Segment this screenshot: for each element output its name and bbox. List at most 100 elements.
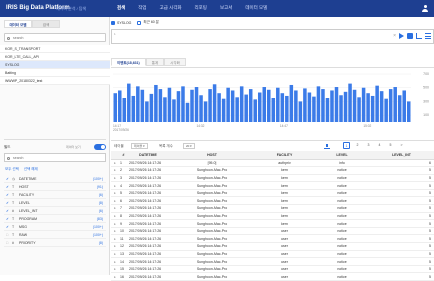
chart-bar[interactable] [176, 91, 181, 122]
chart-bar[interactable] [397, 95, 402, 122]
table-row[interactable]: ▸ 12 2017/09/26 14:17:26 Sunghoon-Mac-Pro us… [111, 242, 434, 251]
expand-icon[interactable]: ▸ [111, 265, 119, 274]
chart-bar[interactable] [257, 92, 262, 122]
table-row[interactable]: ▸ 16 2017/09/26 14:17:26 Sunghoon-Mac-Pro us… [111, 272, 434, 281]
chart-bar[interactable] [271, 98, 276, 122]
expand-icon[interactable]: ▸ [111, 234, 119, 244]
chart-bar[interactable] [154, 84, 158, 122]
field-item[interactable]: ✓ # LEVEL_INT (6) [4, 207, 106, 215]
next-page-button[interactable]: > [398, 142, 405, 149]
chart-bar[interactable] [145, 101, 149, 122]
field-item[interactable]: □ T RAW (100+) [4, 231, 106, 239]
run-icon[interactable] [399, 33, 404, 39]
chart-bar[interactable] [321, 89, 325, 122]
chart-bar[interactable] [140, 89, 145, 122]
query-editor[interactable]: 1 × [111, 29, 434, 44]
chart-bar[interactable] [307, 92, 312, 122]
chart-bar[interactable] [384, 98, 388, 122]
chart-bar[interactable] [226, 87, 230, 122]
chart-bar[interactable] [289, 84, 294, 122]
expand-icon[interactable]: ▸ [111, 181, 119, 190]
chart-bar[interactable] [406, 101, 411, 122]
checkbox-icon[interactable]: ✓ [6, 175, 9, 183]
checkbox-icon[interactable]: ✓ [6, 223, 9, 231]
field-item[interactable]: ✓ T MSG (100+) [4, 223, 106, 231]
chart-bar[interactable] [235, 97, 239, 122]
chart-bar[interactable] [280, 93, 285, 122]
chart-bar[interactable] [298, 101, 303, 122]
nav-reports[interactable]: 보고서 [220, 5, 232, 11]
chart-bar[interactable] [208, 89, 212, 122]
chart-bar[interactable] [325, 98, 330, 122]
deselect-link[interactable]: 선택 해제 [24, 167, 38, 172]
chart-bar[interactable] [131, 95, 136, 122]
table-row[interactable]: ▸ 1 2017/09/26 14:17:26 [95.0] authpriv info 6 [111, 159, 434, 168]
table-row[interactable]: ▸ 13 2017/09/26 14:17:26 Sunghoon-Mac-Pro us… [111, 250, 434, 259]
chart-bar[interactable] [253, 99, 257, 122]
expand-icon[interactable]: ▸ [111, 227, 119, 236]
chart-bar[interactable] [262, 87, 267, 122]
tab-stats[interactable]: 통계 [145, 58, 165, 66]
model-item[interactable]: WWWP_20180322_test [0, 77, 110, 85]
page-size-select[interactable]: 20 ▾ [183, 143, 195, 149]
chart-bar[interactable] [267, 89, 271, 122]
chart-bar[interactable] [339, 95, 343, 122]
expand-icon[interactable]: ▸ [111, 174, 119, 183]
chart-bar[interactable] [113, 93, 118, 122]
chart-bar[interactable] [248, 89, 253, 122]
nav-data-model[interactable]: 데이터 모델 [245, 5, 267, 11]
chart-bar[interactable] [212, 84, 217, 122]
nav-jobs[interactable]: 작업 [138, 5, 146, 11]
expand-icon[interactable]: ▸ [111, 250, 119, 259]
save-icon[interactable] [407, 33, 413, 39]
chart-bar[interactable] [375, 85, 379, 122]
checkbox-icon[interactable]: ✓ [6, 215, 9, 223]
nav-reporting[interactable]: 리포팅 [195, 5, 207, 11]
checkbox-icon[interactable]: ✓ [6, 199, 9, 207]
chart-bar[interactable] [172, 99, 176, 122]
table-row[interactable]: ▸ 6 2017/09/26 14:17:26 Sunghoon-Mac-Pro ker… [111, 196, 434, 206]
clear-icon[interactable]: × [393, 33, 396, 39]
tab-events[interactable]: 이벤트(18,631) [111, 58, 146, 66]
tab-search[interactable]: 검색 [32, 20, 60, 28]
expand-icon[interactable]: ▸ [111, 272, 119, 281]
source-tab-syslog[interactable]: SYSLOG [111, 20, 131, 25]
chart-bar[interactable] [352, 89, 357, 122]
column-header[interactable]: LEVEL [312, 151, 372, 160]
field-item[interactable]: ✓ T FACILITY (6) [4, 191, 106, 199]
expand-icon[interactable]: ▸ [111, 166, 119, 175]
checkbox-icon[interactable]: ✓ [6, 183, 9, 191]
table-row[interactable]: ▸ 15 2017/09/26 14:17:26 Sunghoon-Mac-Pro us… [111, 265, 434, 274]
model-search-input[interactable] [13, 35, 103, 41]
chart-bar[interactable] [167, 87, 172, 122]
expand-icon[interactable]: ▸ [111, 212, 119, 221]
table-row[interactable]: ▸ 5 2017/09/26 14:17:26 Sunghoon-Mac-Pro ker… [111, 189, 434, 198]
chart-bar[interactable] [276, 87, 280, 122]
model-item[interactable]: KOR_S_TRANSPORT [0, 45, 110, 53]
chart-bar[interactable] [194, 87, 199, 122]
view-select[interactable]: 테이블 ▾ [131, 143, 148, 149]
chart-bar[interactable] [158, 89, 163, 122]
chart-bar[interactable] [239, 86, 244, 122]
chart-bar[interactable] [357, 97, 361, 122]
chart-bar[interactable] [217, 93, 221, 122]
chart-bar[interactable] [379, 91, 384, 122]
table-row[interactable]: ▸ 14 2017/09/26 14:17:26 Sunghoon-Mac-Pro us… [111, 257, 434, 266]
column-header[interactable]: HOST [167, 151, 257, 160]
field-item[interactable]: ✓ ◷ DATETIME (100+) [4, 175, 106, 183]
chart-bar[interactable] [190, 89, 194, 122]
chart-bar[interactable] [402, 90, 406, 122]
model-item[interactable]: Batting [0, 69, 110, 77]
column-header[interactable]: DATETIME [127, 151, 167, 160]
expand-icon[interactable]: ▸ [111, 196, 119, 206]
chart-bar[interactable] [361, 87, 366, 122]
chart-bar[interactable] [122, 98, 127, 122]
download-icon[interactable] [324, 144, 330, 149]
chart-bar[interactable] [230, 90, 235, 122]
page-button[interactable]: 5 [387, 142, 394, 149]
chart-bar[interactable] [330, 90, 334, 122]
chart-bar[interactable] [366, 93, 370, 122]
chart-bar[interactable] [343, 91, 348, 122]
page-button[interactable]: 3 [365, 142, 372, 149]
chart-bar[interactable] [316, 86, 321, 122]
